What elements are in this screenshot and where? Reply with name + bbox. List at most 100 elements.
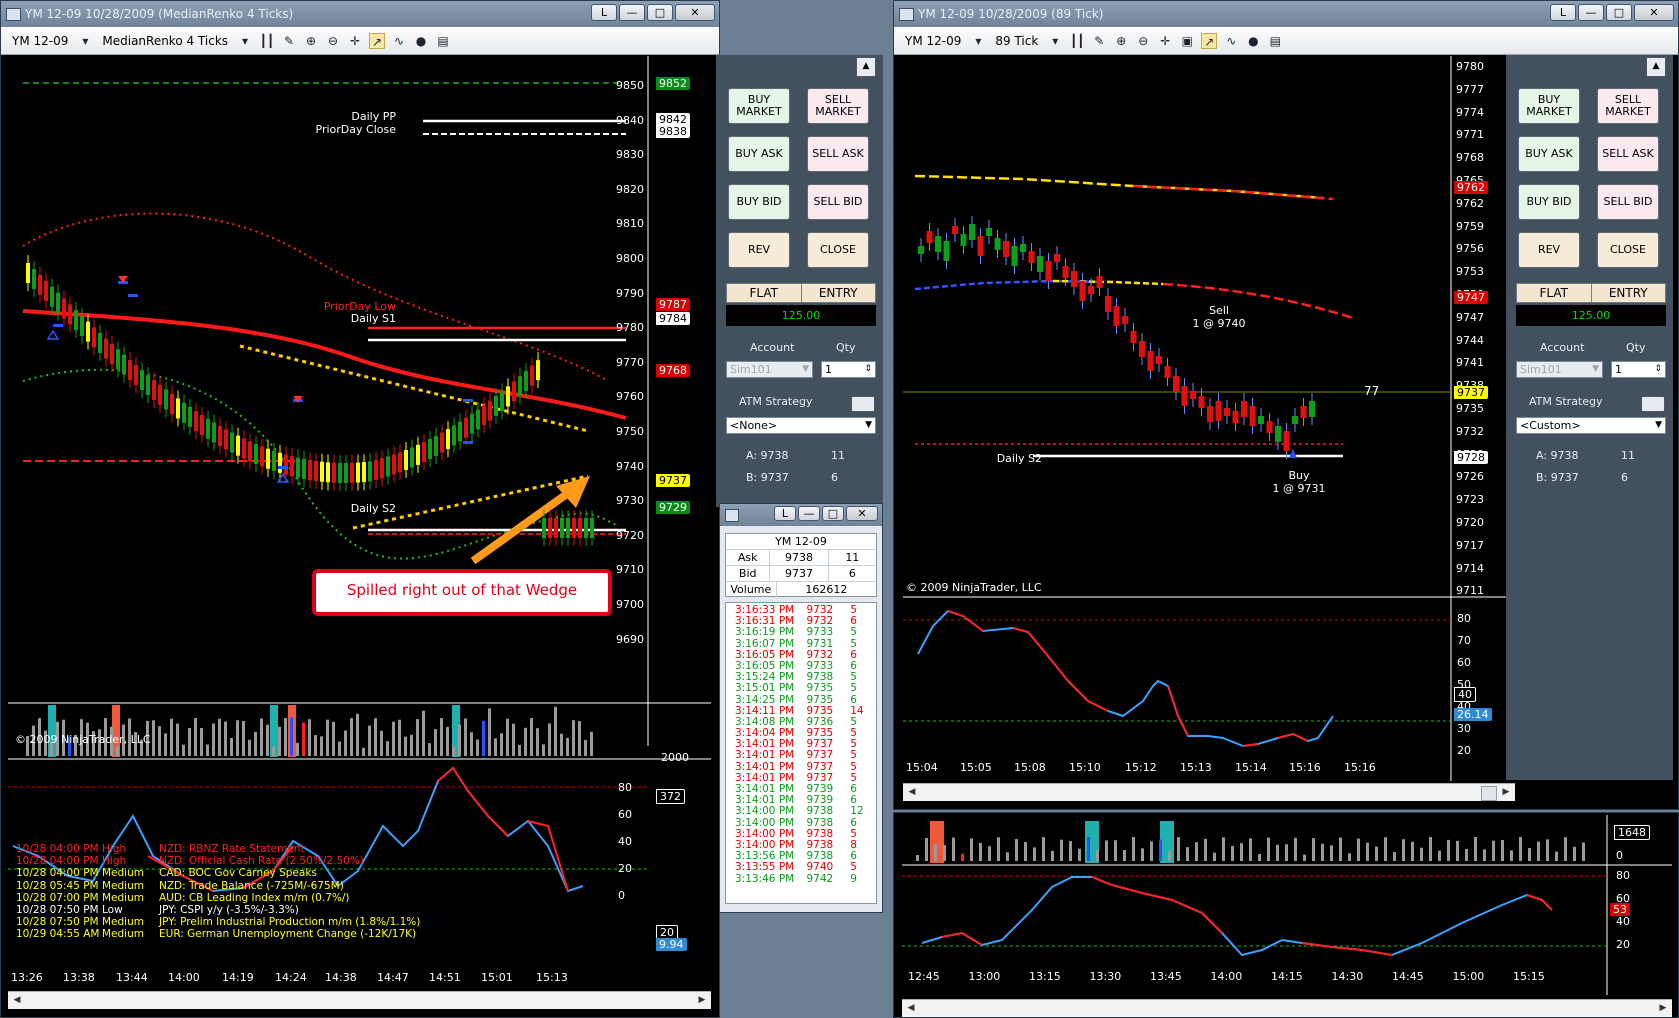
spin-icon[interactable]: ⇕ [864, 362, 872, 377]
minimize-button[interactable]: — [619, 4, 645, 21]
atm-options-button[interactable] [851, 396, 875, 412]
zoom-in-icon[interactable]: ⊕ [303, 33, 319, 49]
right-title-bar[interactable]: YM 12-09 10/28/2009 (89 Tick) L — □ ✕ [894, 1, 1678, 27]
scroll-right-icon[interactable]: ▶ [695, 994, 709, 1007]
news-event[interactable]: 10/28 04:00 PM High NZD: RBNZ Rate Stateme… [16, 843, 420, 855]
quantity-stepper[interactable]: 1 ⇕ [1611, 361, 1666, 378]
tas-size: 5 [850, 861, 857, 874]
buy-market-button[interactable]: BUY MARKET [1518, 88, 1580, 124]
crosshair-icon[interactable]: ✛ [347, 33, 363, 49]
reverse-button[interactable]: REV [1518, 232, 1580, 268]
tas-title-bar[interactable]: L — □ ✕ [720, 504, 882, 526]
instrument-selector[interactable]: YM 12-09 [9, 34, 71, 48]
properties-icon[interactable]: ▤ [1267, 33, 1283, 49]
right-maximize-button[interactable]: □ [1606, 4, 1632, 21]
zoom-out-icon[interactable]: ⊖ [1135, 33, 1151, 49]
account-select[interactable]: Sim101 ▼ [726, 361, 813, 378]
sell-market-button[interactable]: SELL MARKET [807, 88, 869, 124]
scroll-thumb[interactable] [1481, 786, 1497, 801]
drawing-tool-icon[interactable]: ✎ [1091, 33, 1107, 49]
news-event[interactable]: 10/28 07:00 PM Medium AUD: CB Leading Inde… [16, 892, 420, 904]
bottom-right-scrollbar[interactable]: ◀ ▶ [902, 999, 1672, 1017]
quantity-stepper[interactable]: 1 ⇕ [821, 361, 876, 378]
right-close-button[interactable]: ✕ [1634, 4, 1674, 21]
right-link-button[interactable]: L [1550, 4, 1576, 21]
tas-minimize-button[interactable]: — [798, 506, 820, 521]
close-button[interactable]: ✕ [675, 4, 715, 21]
spin-icon[interactable]: ⇕ [1654, 362, 1662, 377]
chart-trader-icon[interactable]: ↗ [1201, 32, 1218, 49]
news-event[interactable]: 10/28 04:00 PM High NZD: Official Cash Rat… [16, 855, 420, 867]
close-position-button[interactable]: CLOSE [1597, 232, 1659, 268]
right-price-chart[interactable] [903, 56, 1515, 781]
news-event[interactable]: 10/28 04:00 PM Medium CAD: BOC Gov Carney … [16, 867, 420, 879]
atm-strategy-select[interactable]: <Custom> ▼ [1516, 417, 1666, 434]
data-box-icon[interactable]: ▣ [1179, 33, 1195, 49]
properties-icon[interactable]: ▤ [435, 33, 451, 49]
sell-market-button[interactable]: SELL MARKET [1597, 88, 1659, 124]
indicators-icon[interactable]: ∿ [391, 33, 407, 49]
close-position-button[interactable]: CLOSE [807, 232, 869, 268]
dropdown-arrow-icon[interactable]: ▾ [1047, 33, 1063, 49]
panel-collapse-icon[interactable]: ▲ [856, 57, 876, 77]
scroll-left-icon[interactable]: ◀ [904, 1002, 918, 1015]
buy-ask-button[interactable]: BUY ASK [728, 136, 790, 172]
candle [254, 443, 258, 464]
left-horizontal-scrollbar[interactable]: ◀ ▶ [8, 991, 711, 1009]
drawing-tool-icon[interactable]: ✎ [281, 33, 297, 49]
dropdown-arrow-icon[interactable]: ▾ [970, 33, 986, 49]
tas-trade-list[interactable]: 3:16:33 PM 9732 5 3:16:31 PM 9732 6 3:16:19 PM… [725, 602, 877, 904]
candle [1300, 406, 1307, 418]
buy-bid-button[interactable]: BUY BID [1518, 184, 1580, 220]
news-event[interactable]: 10/28 05:45 PM Medium NZD: Trade Balance (… [16, 880, 420, 892]
sell-bid-button[interactable]: SELL BID [807, 184, 869, 220]
panel-collapse-icon[interactable]: ▲ [1646, 57, 1666, 77]
right-minimize-button[interactable]: — [1578, 4, 1604, 21]
instrument-selector[interactable]: YM 12-09 [902, 34, 964, 48]
scroll-right-icon[interactable]: ▶ [1499, 786, 1513, 799]
news-event[interactable]: 10/28 07:50 PM Medium JPY: Prelim Industri… [16, 916, 420, 928]
sell-ask-button[interactable]: SELL ASK [807, 136, 869, 172]
period-selector[interactable]: 89 Tick [992, 34, 1041, 48]
bottom-right-chart[interactable] [902, 815, 1672, 995]
account-select[interactable]: Sim101 ▼ [1516, 361, 1603, 378]
scroll-left-icon[interactable]: ◀ [905, 786, 919, 799]
sell-ask-button[interactable]: SELL ASK [1597, 136, 1659, 172]
chart-trader-icon[interactable]: ↗ [369, 32, 386, 49]
left-title-bar[interactable]: YM 12-09 10/28/2009 (MedianRenko 4 Ticks… [1, 1, 719, 27]
crosshair-icon[interactable]: ✛ [1157, 33, 1173, 49]
tas-link-button[interactable]: L [774, 506, 796, 521]
reverse-button[interactable]: REV [728, 232, 790, 268]
bar-type-icon[interactable]: ┃┃ [1069, 33, 1085, 49]
tas-close-button[interactable]: ✕ [846, 506, 878, 521]
strategies-icon[interactable]: ● [1245, 33, 1261, 49]
buy-market-button[interactable]: BUY MARKET [728, 88, 790, 124]
maximize-button[interactable]: □ [647, 4, 673, 21]
sell-bid-button[interactable]: SELL BID [1597, 184, 1659, 220]
dropdown-arrow-icon[interactable]: ▾ [77, 33, 93, 49]
atm-options-button[interactable] [1641, 396, 1665, 412]
news-event[interactable]: 10/28 07:50 PM Low JPY: CSPI y/y (-3.5%/-3… [16, 904, 420, 916]
dropdown-arrow-icon[interactable]: ▾ [237, 33, 253, 49]
atm-strategy-select[interactable]: <None> ▼ [726, 417, 876, 434]
volume-bar [446, 726, 449, 756]
tas-ask-size: 11 [845, 551, 860, 564]
zoom-out-icon[interactable]: ⊖ [325, 33, 341, 49]
zoom-in-icon[interactable]: ⊕ [1113, 33, 1129, 49]
strategies-icon[interactable]: ● [413, 33, 429, 49]
news-event[interactable]: 10/29 04:55 AM Medium EUR: German Unemploy… [16, 928, 420, 940]
indicators-icon[interactable]: ∿ [1223, 33, 1239, 49]
right-horizontal-scrollbar[interactable]: ◀ ▶ [903, 783, 1515, 801]
scroll-right-icon[interactable]: ▶ [1656, 1002, 1670, 1015]
buy-ask-button[interactable]: BUY ASK [1518, 136, 1580, 172]
left-price-chart[interactable] [8, 56, 711, 976]
volume-bar [254, 731, 257, 756]
time-axis-tick: 13:00 [968, 970, 1001, 983]
period-selector[interactable]: MedianRenko 4 Ticks [99, 34, 231, 48]
volume-bar [374, 718, 377, 756]
scroll-left-icon[interactable]: ◀ [10, 994, 24, 1007]
bar-type-icon[interactable]: ┃┃ [259, 33, 275, 49]
tas-maximize-button[interactable]: □ [822, 506, 844, 521]
link-button[interactable]: L [591, 4, 617, 21]
buy-bid-button[interactable]: BUY BID [728, 184, 790, 220]
